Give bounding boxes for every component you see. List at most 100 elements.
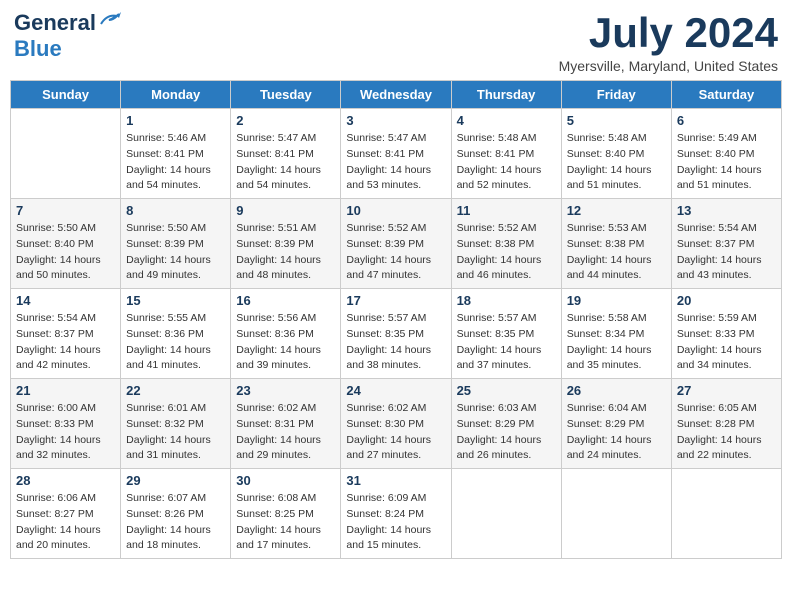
- day-number: 13: [677, 203, 776, 218]
- calendar-week-row: 1 Sunrise: 5:46 AM Sunset: 8:41 PM Daylig…: [11, 109, 782, 199]
- calendar-cell: 6Sunrise: 5:49 AM Sunset: 8:40 PM Daylig…: [671, 109, 781, 199]
- day-info: Sunrise: 5:54 AM Sunset: 8:37 PM Dayligh…: [677, 221, 776, 284]
- column-header-thursday: Thursday: [451, 81, 561, 109]
- day-number: 12: [567, 203, 666, 218]
- calendar-cell: [451, 469, 561, 559]
- day-info: Sunrise: 5:58 AM Sunset: 8:34 PM Dayligh…: [567, 311, 666, 374]
- calendar-cell: 19Sunrise: 5:58 AM Sunset: 8:34 PM Dayli…: [561, 289, 671, 379]
- day-info: Sunrise: 5:57 AM Sunset: 8:35 PM Dayligh…: [457, 311, 556, 374]
- day-number: 22: [126, 383, 225, 398]
- day-number: 29: [126, 473, 225, 488]
- calendar-cell: 29 Sunrise: 6:07 AM Sunset: 8:26 PM Dayli…: [121, 469, 231, 559]
- calendar-cell: 4Sunrise: 5:48 AM Sunset: 8:41 PM Daylig…: [451, 109, 561, 199]
- day-number: 23: [236, 383, 335, 398]
- column-header-tuesday: Tuesday: [231, 81, 341, 109]
- day-info: Sunrise: 5:47 AM Sunset: 8:41 PM Dayligh…: [236, 131, 335, 194]
- day-info: Sunrise: 5:50 AM Sunset: 8:39 PM Dayligh…: [126, 221, 225, 284]
- calendar-cell: 15 Sunrise: 5:55 AM Sunset: 8:36 PM Dayli…: [121, 289, 231, 379]
- day-number: 24: [346, 383, 445, 398]
- day-info: Sunrise: 6:02 AM Sunset: 8:30 PM Dayligh…: [346, 401, 445, 464]
- day-info: Sunrise: 5:55 AM Sunset: 8:36 PM Dayligh…: [126, 311, 225, 374]
- calendar-week-row: 21Sunrise: 6:00 AM Sunset: 8:33 PM Dayli…: [11, 379, 782, 469]
- calendar-cell: 13 Sunrise: 5:54 AM Sunset: 8:37 PM Dayli…: [671, 199, 781, 289]
- location-text: Myersville, Maryland, United States: [559, 58, 778, 74]
- day-info: Sunrise: 5:52 AM Sunset: 8:39 PM Dayligh…: [346, 221, 445, 284]
- column-header-saturday: Saturday: [671, 81, 781, 109]
- day-info: Sunrise: 5:46 AM Sunset: 8:41 PM Dayligh…: [126, 131, 225, 194]
- day-info: Sunrise: 6:01 AM Sunset: 8:32 PM Dayligh…: [126, 401, 225, 464]
- calendar-cell: 12Sunrise: 5:53 AM Sunset: 8:38 PM Dayli…: [561, 199, 671, 289]
- day-info: Sunrise: 6:00 AM Sunset: 8:33 PM Dayligh…: [16, 401, 115, 464]
- calendar-cell: 3 Sunrise: 5:47 AM Sunset: 8:41 PM Daylig…: [341, 109, 451, 199]
- calendar-cell: 22 Sunrise: 6:01 AM Sunset: 8:32 PM Dayli…: [121, 379, 231, 469]
- calendar-cell: 30 Sunrise: 6:08 AM Sunset: 8:25 PM Dayli…: [231, 469, 341, 559]
- calendar-cell: 8Sunrise: 5:50 AM Sunset: 8:39 PM Daylig…: [121, 199, 231, 289]
- calendar-cell: 2Sunrise: 5:47 AM Sunset: 8:41 PM Daylig…: [231, 109, 341, 199]
- calendar-week-row: 7 Sunrise: 5:50 AM Sunset: 8:40 PM Daylig…: [11, 199, 782, 289]
- day-number: 1: [126, 113, 225, 128]
- day-number: 28: [16, 473, 115, 488]
- day-number: 11: [457, 203, 556, 218]
- calendar-cell: 17Sunrise: 5:57 AM Sunset: 8:35 PM Dayli…: [341, 289, 451, 379]
- logo-general: General: [14, 10, 96, 36]
- calendar-cell: 20 Sunrise: 5:59 AM Sunset: 8:33 PM Dayli…: [671, 289, 781, 379]
- title-section: July 2024 Myersville, Maryland, United S…: [559, 10, 778, 74]
- calendar-cell: 16 Sunrise: 5:56 AM Sunset: 8:36 PM Dayli…: [231, 289, 341, 379]
- day-number: 25: [457, 383, 556, 398]
- calendar-cell: 1 Sunrise: 5:46 AM Sunset: 8:41 PM Daylig…: [121, 109, 231, 199]
- day-info: Sunrise: 6:05 AM Sunset: 8:28 PM Dayligh…: [677, 401, 776, 464]
- day-number: 7: [16, 203, 115, 218]
- day-info: Sunrise: 5:56 AM Sunset: 8:36 PM Dayligh…: [236, 311, 335, 374]
- day-info: Sunrise: 6:07 AM Sunset: 8:26 PM Dayligh…: [126, 491, 225, 554]
- day-number: 30: [236, 473, 335, 488]
- day-info: Sunrise: 6:09 AM Sunset: 8:24 PM Dayligh…: [346, 491, 445, 554]
- calendar-cell: 7 Sunrise: 5:50 AM Sunset: 8:40 PM Daylig…: [11, 199, 121, 289]
- logo-bird-icon: [99, 12, 121, 28]
- day-info: Sunrise: 5:54 AM Sunset: 8:37 PM Dayligh…: [16, 311, 115, 374]
- day-number: 3: [346, 113, 445, 128]
- day-info: Sunrise: 6:08 AM Sunset: 8:25 PM Dayligh…: [236, 491, 335, 554]
- day-info: Sunrise: 5:50 AM Sunset: 8:40 PM Dayligh…: [16, 221, 115, 284]
- day-number: 15: [126, 293, 225, 308]
- day-info: Sunrise: 5:59 AM Sunset: 8:33 PM Dayligh…: [677, 311, 776, 374]
- logo: General Blue: [14, 10, 121, 62]
- calendar-cell: [11, 109, 121, 199]
- day-info: Sunrise: 5:47 AM Sunset: 8:41 PM Dayligh…: [346, 131, 445, 194]
- calendar-cell: 23Sunrise: 6:02 AM Sunset: 8:31 PM Dayli…: [231, 379, 341, 469]
- calendar-cell: 28Sunrise: 6:06 AM Sunset: 8:27 PM Dayli…: [11, 469, 121, 559]
- day-number: 5: [567, 113, 666, 128]
- calendar-table: SundayMondayTuesdayWednesdayThursdayFrid…: [10, 80, 782, 559]
- day-number: 9: [236, 203, 335, 218]
- day-number: 27: [677, 383, 776, 398]
- day-info: Sunrise: 5:48 AM Sunset: 8:41 PM Dayligh…: [457, 131, 556, 194]
- day-info: Sunrise: 6:04 AM Sunset: 8:29 PM Dayligh…: [567, 401, 666, 464]
- calendar-cell: 21Sunrise: 6:00 AM Sunset: 8:33 PM Dayli…: [11, 379, 121, 469]
- calendar-cell: 11 Sunrise: 5:52 AM Sunset: 8:38 PM Dayli…: [451, 199, 561, 289]
- day-number: 26: [567, 383, 666, 398]
- calendar-cell: 9Sunrise: 5:51 AM Sunset: 8:39 PM Daylig…: [231, 199, 341, 289]
- day-info: Sunrise: 5:48 AM Sunset: 8:40 PM Dayligh…: [567, 131, 666, 194]
- calendar-cell: 5 Sunrise: 5:48 AM Sunset: 8:40 PM Daylig…: [561, 109, 671, 199]
- column-header-wednesday: Wednesday: [341, 81, 451, 109]
- column-header-friday: Friday: [561, 81, 671, 109]
- calendar-cell: [671, 469, 781, 559]
- day-number: 18: [457, 293, 556, 308]
- calendar-cell: 31 Sunrise: 6:09 AM Sunset: 8:24 PM Dayli…: [341, 469, 451, 559]
- day-number: 10: [346, 203, 445, 218]
- calendar-cell: 18 Sunrise: 5:57 AM Sunset: 8:35 PM Dayli…: [451, 289, 561, 379]
- day-number: 16: [236, 293, 335, 308]
- calendar-week-row: 14Sunrise: 5:54 AM Sunset: 8:37 PM Dayli…: [11, 289, 782, 379]
- day-number: 31: [346, 473, 445, 488]
- day-info: Sunrise: 6:03 AM Sunset: 8:29 PM Dayligh…: [457, 401, 556, 464]
- calendar-header-row: SundayMondayTuesdayWednesdayThursdayFrid…: [11, 81, 782, 109]
- logo-blue: Blue: [14, 36, 62, 61]
- calendar-cell: 10 Sunrise: 5:52 AM Sunset: 8:39 PM Dayli…: [341, 199, 451, 289]
- column-header-monday: Monday: [121, 81, 231, 109]
- day-info: Sunrise: 5:57 AM Sunset: 8:35 PM Dayligh…: [346, 311, 445, 374]
- day-number: 20: [677, 293, 776, 308]
- calendar-week-row: 28Sunrise: 6:06 AM Sunset: 8:27 PM Dayli…: [11, 469, 782, 559]
- day-info: Sunrise: 5:52 AM Sunset: 8:38 PM Dayligh…: [457, 221, 556, 284]
- calendar-cell: 14Sunrise: 5:54 AM Sunset: 8:37 PM Dayli…: [11, 289, 121, 379]
- calendar-cell: 27 Sunrise: 6:05 AM Sunset: 8:28 PM Dayli…: [671, 379, 781, 469]
- calendar-cell: 26 Sunrise: 6:04 AM Sunset: 8:29 PM Dayli…: [561, 379, 671, 469]
